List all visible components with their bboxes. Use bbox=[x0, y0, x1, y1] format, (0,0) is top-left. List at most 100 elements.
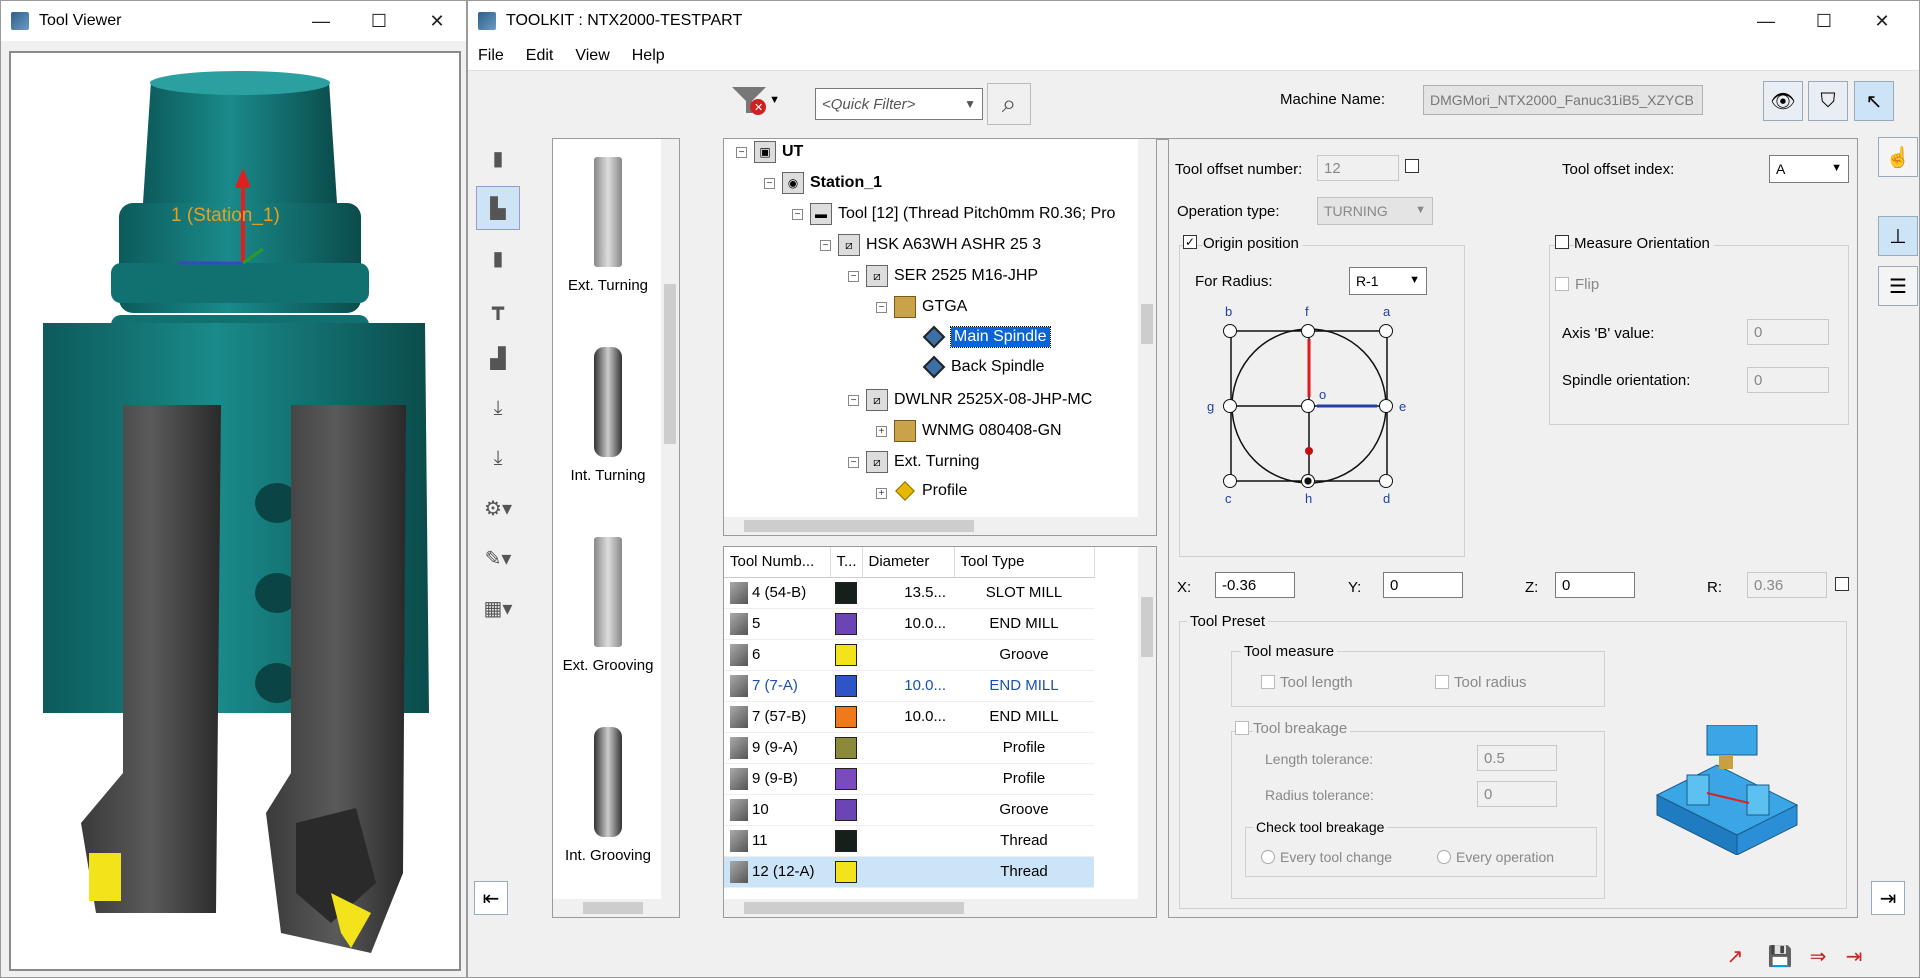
tree-collapse-toggle[interactable]: − bbox=[848, 395, 859, 406]
tree-collapse-toggle[interactable]: − bbox=[820, 240, 831, 251]
tree-collapse-toggle[interactable]: − bbox=[848, 271, 859, 282]
turning-category-button[interactable]: ▙ bbox=[476, 186, 520, 230]
tree-node-adapter[interactable]: ⧄ HSK A63WH ASHR 25 3 bbox=[838, 234, 1041, 256]
col-color[interactable]: T... bbox=[830, 547, 863, 578]
maximize-button[interactable]: ☐ bbox=[1795, 1, 1853, 41]
tree-node-station[interactable]: ◉ Station_1 bbox=[782, 172, 882, 194]
origin-point-e[interactable] bbox=[1379, 399, 1393, 413]
3d-viewport[interactable]: 1 (Station_1) bbox=[9, 51, 461, 971]
catalog-int-turning[interactable]: Int. Turning bbox=[553, 347, 663, 484]
y-field[interactable]: 0 bbox=[1383, 572, 1463, 598]
select-mode-button[interactable]: ↖ bbox=[1854, 81, 1894, 121]
col-tool-number[interactable]: Tool Numb... bbox=[724, 547, 831, 578]
table-row[interactable]: 12 (12-A) Thread bbox=[724, 856, 1094, 888]
holder-category-button[interactable]: ▟ bbox=[476, 336, 520, 380]
tool-setup-button[interactable]: ⊥ bbox=[1878, 216, 1918, 256]
maximize-button[interactable]: ☐ bbox=[350, 1, 408, 41]
view-button[interactable]: 👁 bbox=[1763, 81, 1803, 121]
table-row[interactable]: 7 (7-A) 10.0... END MILL bbox=[724, 670, 1094, 702]
origin-point-f[interactable] bbox=[1301, 324, 1315, 338]
col-tool-type[interactable]: Tool Type bbox=[954, 547, 1095, 578]
boring-category-button[interactable]: ┳ bbox=[476, 286, 520, 330]
tree-collapse-toggle[interactable]: − bbox=[764, 178, 775, 189]
catalog-ext-grooving[interactable]: Ext. Grooving bbox=[553, 537, 663, 674]
tree-scrollbar[interactable] bbox=[1138, 139, 1156, 535]
edit-dropdown-button[interactable]: ✎▾ bbox=[476, 536, 520, 580]
tree-expand-toggle[interactable]: + bbox=[876, 426, 887, 437]
origin-point-a[interactable] bbox=[1379, 324, 1393, 338]
table-row[interactable]: 4 (54-B) 13.5... SLOT MILL bbox=[724, 577, 1094, 609]
grid-scrollbar[interactable] bbox=[1138, 547, 1156, 917]
menu-help[interactable]: Help bbox=[632, 47, 665, 65]
layout-dropdown-button[interactable]: ▦▾ bbox=[476, 586, 520, 630]
tree-node-insert-2[interactable]: WNMG 080408-GN bbox=[894, 420, 1062, 442]
exit-button[interactable]: ⇥ bbox=[1834, 938, 1874, 974]
import-assembly-button[interactable]: ⤓ bbox=[476, 436, 520, 480]
minimize-button[interactable]: — bbox=[1737, 1, 1795, 41]
table-row[interactable]: 6 Groove bbox=[724, 639, 1094, 671]
tree-node-tool[interactable]: ▬ Tool [12] (Thread Pitch0mm R0.36; Pro bbox=[810, 203, 1115, 225]
close-button[interactable]: ✕ bbox=[408, 1, 466, 41]
for-radius-combo[interactable]: R-1 ▼ bbox=[1349, 267, 1427, 295]
tree-node-main-spindle[interactable]: Main Spindle bbox=[922, 325, 1051, 349]
tree-node-holder[interactable]: ⧄ SER 2525 M16-JHP bbox=[866, 265, 1038, 287]
catalog-ext-turning[interactable]: Ext. Turning bbox=[553, 157, 663, 294]
grid-hscrollbar[interactable] bbox=[724, 899, 1156, 917]
save-as-button[interactable]: ⇒ bbox=[1798, 938, 1838, 974]
table-row[interactable]: 9 (9-A) Profile bbox=[724, 732, 1094, 764]
table-row[interactable]: 11 Thread bbox=[724, 825, 1094, 857]
tree-collapse-toggle[interactable]: − bbox=[876, 302, 887, 313]
tree-collapse-toggle[interactable]: − bbox=[736, 147, 747, 158]
tap-category-button[interactable]: ▮ bbox=[476, 236, 520, 280]
tree-node-back-spindle[interactable]: Back Spindle bbox=[922, 355, 1044, 379]
machine-name-combo[interactable]: DMGMori_NTX2000_Fanuc31iB5_XZYCB bbox=[1423, 85, 1703, 115]
settings-dropdown-button[interactable]: ⚙▾ bbox=[476, 486, 520, 530]
origin-point-o[interactable] bbox=[1301, 399, 1315, 413]
tree-node-profile[interactable]: Profile bbox=[894, 481, 967, 501]
catalog-scrollbar[interactable] bbox=[661, 139, 679, 917]
touch-button[interactable]: ☝ bbox=[1878, 137, 1918, 177]
import-tool-button[interactable]: ⤓ bbox=[476, 386, 520, 430]
origin-position-checkbox[interactable]: ✓ bbox=[1183, 235, 1197, 249]
col-diameter[interactable]: Diameter bbox=[862, 547, 955, 578]
origin-point-g[interactable] bbox=[1223, 399, 1237, 413]
menu-edit[interactable]: Edit bbox=[526, 47, 554, 65]
table-row[interactable]: 7 (57-B) 10.0... END MILL bbox=[724, 701, 1094, 733]
drill-category-button[interactable]: ▮ bbox=[476, 136, 520, 180]
origin-point-c[interactable] bbox=[1223, 474, 1237, 488]
tree-node-ut[interactable]: ▣ UT bbox=[754, 141, 803, 163]
quick-filter-combo[interactable]: <Quick Filter> ▼ bbox=[815, 88, 983, 120]
close-button[interactable]: ✕ bbox=[1853, 1, 1911, 41]
table-row[interactable]: 10 Groove bbox=[724, 794, 1094, 826]
catalog-int-grooving[interactable]: Int. Grooving bbox=[553, 727, 663, 864]
x-field[interactable]: -0.36 bbox=[1215, 572, 1295, 598]
open-external-button[interactable]: ↗ bbox=[1715, 938, 1755, 974]
save-button[interactable]: 💾 bbox=[1760, 938, 1800, 974]
table-row[interactable]: 9 (9-B) Profile bbox=[724, 763, 1094, 795]
tree-hscrollbar[interactable] bbox=[724, 517, 1156, 535]
collapse-right-button[interactable]: ⇥ bbox=[1871, 881, 1905, 915]
minimize-button[interactable]: — bbox=[292, 1, 350, 41]
tool-view-button[interactable]: ⛉ bbox=[1808, 81, 1848, 121]
tree-collapse-toggle[interactable]: − bbox=[792, 209, 803, 220]
menu-view[interactable]: View bbox=[575, 47, 609, 65]
tree-expand-toggle[interactable]: + bbox=[876, 488, 887, 499]
search-button[interactable]: ⌕ bbox=[987, 83, 1031, 125]
r-checkbox[interactable] bbox=[1835, 577, 1849, 591]
tree-collapse-toggle[interactable]: − bbox=[848, 457, 859, 468]
offset-number-checkbox[interactable] bbox=[1405, 159, 1419, 173]
table-row[interactable]: 5 10.0... END MILL bbox=[724, 608, 1094, 640]
tree-node-insert[interactable]: GTGA bbox=[894, 296, 967, 318]
origin-point-d[interactable] bbox=[1379, 474, 1393, 488]
measure-orientation-checkbox[interactable] bbox=[1555, 235, 1569, 249]
origin-point-b[interactable] bbox=[1223, 324, 1237, 338]
menu-file[interactable]: File bbox=[478, 47, 504, 65]
origin-point-h[interactable] bbox=[1301, 474, 1315, 488]
tree-node-holder-2[interactable]: ⧄ DWLNR 2525X-08-JHP-MC bbox=[866, 389, 1092, 411]
offset-index-combo[interactable]: A ▼ bbox=[1769, 155, 1849, 183]
checklist-button[interactable]: ☰ bbox=[1878, 266, 1918, 306]
tree-node-ext-turning[interactable]: ⧄ Ext. Turning bbox=[866, 451, 979, 473]
filter-clear-button[interactable]: ✕ ▼ bbox=[730, 83, 780, 117]
collapse-left-button[interactable]: ⇤ bbox=[474, 881, 508, 915]
catalog-hscrollbar[interactable] bbox=[553, 899, 663, 917]
